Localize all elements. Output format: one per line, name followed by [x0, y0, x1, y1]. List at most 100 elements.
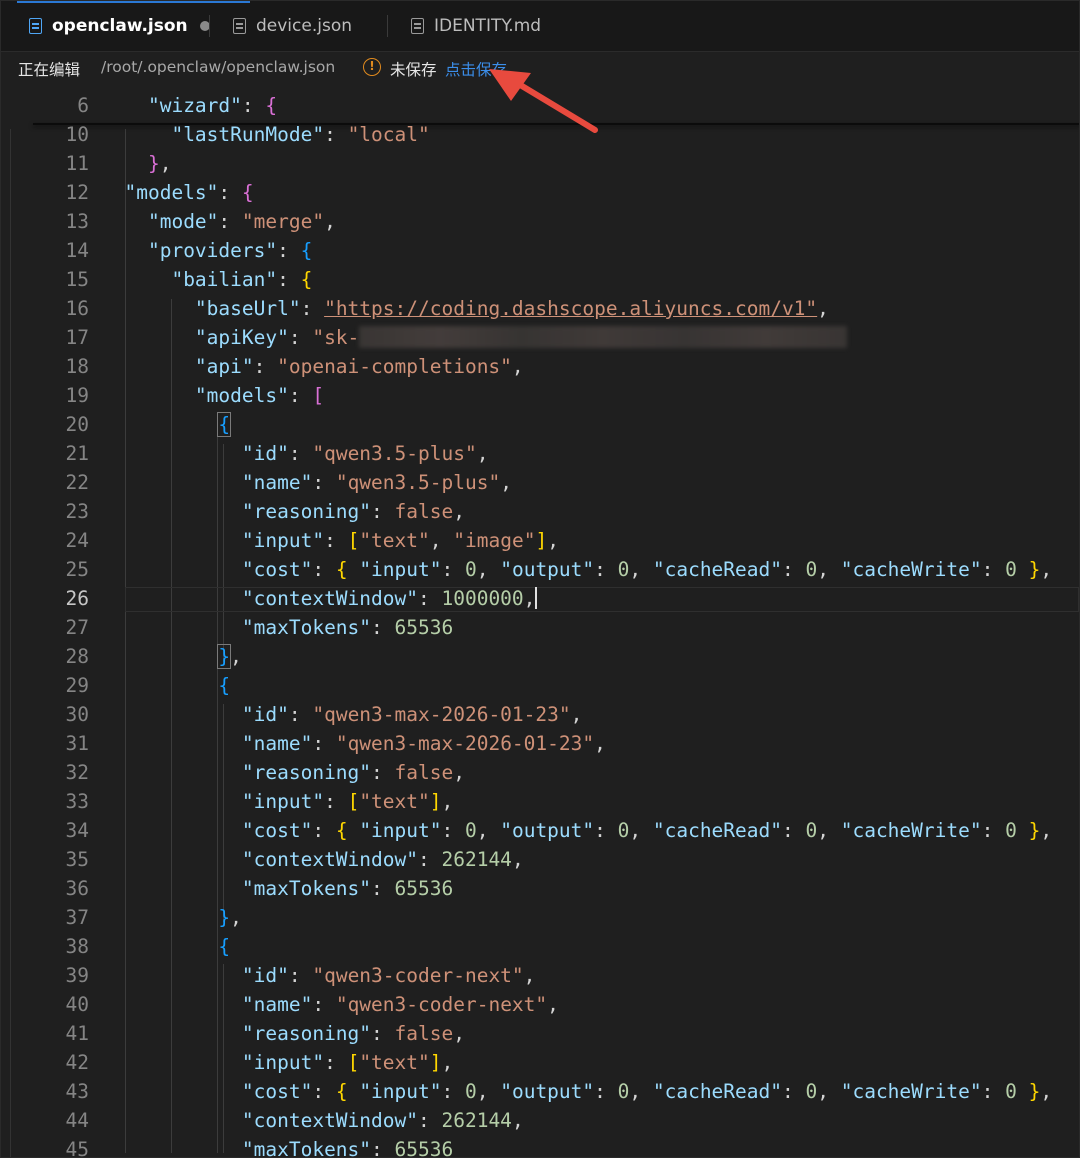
code-text: "input": ["text"], [241, 1051, 454, 1074]
code-text: "providers": { [147, 239, 313, 262]
code-text: "input": ["text", "image"], [241, 529, 559, 552]
code-text: }, [147, 152, 172, 175]
tab-divider [209, 15, 210, 37]
tab-device-json[interactable]: device.json [233, 1, 352, 51]
line-number: 12 [65, 181, 89, 204]
line-number: 13 [65, 210, 89, 233]
file-icon [411, 18, 424, 34]
line-number: 17 [65, 326, 89, 349]
code-text: "name": "qwen3-max-2026-01-23", [241, 732, 606, 755]
line-number: 31 [65, 732, 89, 755]
line-number: 15 [65, 268, 89, 291]
code-line: 28 }, [1, 644, 1079, 674]
line-number: 20 [65, 413, 89, 436]
code-line: 39 "id": "qwen3-coder-next", [1, 964, 1079, 993]
code-line: 37 }, [1, 906, 1079, 935]
line-number: 16 [65, 297, 89, 320]
code-line: 45 "maxTokens": 65536 [1, 1138, 1079, 1157]
code-text: { [218, 674, 231, 697]
code-line: 19 "models": [ [1, 384, 1079, 413]
code-text: "name": "qwen3-coder-next", [241, 993, 559, 1016]
line-number: 34 [65, 819, 89, 842]
code-line: 35 "contextWindow": 262144, [1, 848, 1079, 877]
code-line: 12 "models": { [1, 181, 1079, 210]
base-url-link[interactable]: "https://coding.dashscope.aliyuncs.com/v… [324, 297, 817, 320]
code-line: 20 { [1, 412, 1079, 442]
code-line: 21 "id": "qwen3.5-plus", [1, 442, 1079, 471]
code-text: "reasoning": false, [241, 500, 465, 523]
line-number: 22 [65, 471, 89, 494]
code-line: 29 { [1, 674, 1079, 703]
file-status-bar: 正在编辑 /root/.openclaw/openclaw.json ! 未保存… [1, 51, 1079, 85]
tab-label: IDENTITY.md [434, 16, 542, 36]
code-line: 22 "name": "qwen3.5-plus", [1, 471, 1079, 500]
code-text: }, [218, 906, 242, 929]
line-number: 29 [65, 674, 89, 697]
file-icon [233, 18, 246, 34]
line-number: 33 [65, 790, 89, 813]
code-text: "maxTokens": 65536 [241, 616, 454, 639]
line-number: 41 [65, 1022, 89, 1045]
code-text: "reasoning": false, [241, 1022, 465, 1045]
tab-divider [387, 15, 388, 37]
line-number: 25 [65, 558, 89, 581]
code-text: "cost": { "input": 0, "output": 0, "cach… [241, 558, 1053, 581]
code-text: "cost": { "input": 0, "output": 0, "cach… [241, 819, 1053, 842]
tab-bar: openclaw.json device.json IDENTITY.md [1, 1, 1079, 52]
tab-identity-md[interactable]: IDENTITY.md [411, 1, 541, 51]
code-line: 31 "name": "qwen3-max-2026-01-23", [1, 732, 1079, 761]
code-text: "id": "qwen3.5-plus", [241, 442, 489, 465]
code-text: { [218, 935, 231, 958]
text-cursor [535, 587, 538, 609]
code-line: 17 "apiKey": "sk- [1, 326, 1079, 355]
line-number: 40 [65, 993, 89, 1016]
warning-icon: ! [363, 58, 381, 76]
line-number: 26 [65, 587, 89, 610]
code-text: "reasoning": false, [241, 761, 465, 784]
tab-openclaw-json[interactable]: openclaw.json [17, 1, 250, 51]
code-line: 44 "contextWindow": 262144, [1, 1109, 1079, 1138]
line-number: 27 [65, 616, 89, 639]
code-line: 24 "input": ["text", "image"], [1, 529, 1079, 558]
code-text: "name": "qwen3.5-plus", [241, 471, 512, 494]
code-line: 30 "id": "qwen3-max-2026-01-23", [1, 703, 1079, 732]
line-number: 43 [65, 1080, 89, 1103]
line-number: 24 [65, 529, 89, 552]
save-link[interactable]: 点击保存 [445, 58, 507, 80]
line-number: 11 [65, 152, 89, 175]
code-text: "contextWindow": 262144, [241, 848, 524, 871]
code-text: "models": { [124, 181, 254, 204]
code-text: "wizard": { [147, 94, 278, 117]
redacted-api-key [359, 326, 848, 348]
editor-window: openclaw.json device.json IDENTITY.md 正在… [0, 0, 1080, 1158]
line-number: 18 [65, 355, 89, 378]
line-number: 6 [77, 94, 89, 117]
code-line: 33 "input": ["text"], [1, 790, 1079, 819]
line-number: 19 [65, 384, 89, 407]
code-text: "api": "openai-completions", [194, 355, 524, 378]
tab-label: openclaw.json [52, 16, 188, 36]
code-text: "input": ["text"], [241, 790, 454, 813]
code-text: }, [217, 644, 242, 669]
code-line: 27 "maxTokens": 65536 [1, 616, 1079, 645]
code-editor[interactable]: 6 "wizard": { 10 "lastRunMode": "local" … [1, 89, 1079, 1157]
code-line: 6 "wizard": { [1, 94, 1079, 123]
code-line: 43 "cost": { "input": 0, "output": 0, "c… [1, 1080, 1079, 1109]
code-text: "id": "qwen3-max-2026-01-23", [241, 703, 583, 726]
code-line: 23 "reasoning": false, [1, 500, 1079, 529]
code-text: "mode": "merge", [147, 210, 336, 233]
code-line: 42 "input": ["text"], [1, 1051, 1079, 1080]
line-number: 30 [65, 703, 89, 726]
code-line: 32 "reasoning": false, [1, 761, 1079, 790]
code-text: "bailian": { [171, 268, 313, 291]
line-number: 42 [65, 1051, 89, 1074]
line-number: 38 [65, 935, 89, 958]
unsaved-label: 未保存 [390, 61, 437, 79]
code-text: "apiKey": "sk- [101, 326, 848, 349]
code-line: 40 "name": "qwen3-coder-next", [1, 993, 1079, 1022]
code-line: 36 "maxTokens": 65536 [1, 877, 1079, 906]
code-line-current: 26 "contextWindow": 1000000, [1, 587, 1079, 616]
editing-label: 正在编辑 [18, 61, 81, 79]
line-number: 44 [65, 1109, 89, 1132]
code-text: "maxTokens": 65536 [241, 877, 454, 900]
